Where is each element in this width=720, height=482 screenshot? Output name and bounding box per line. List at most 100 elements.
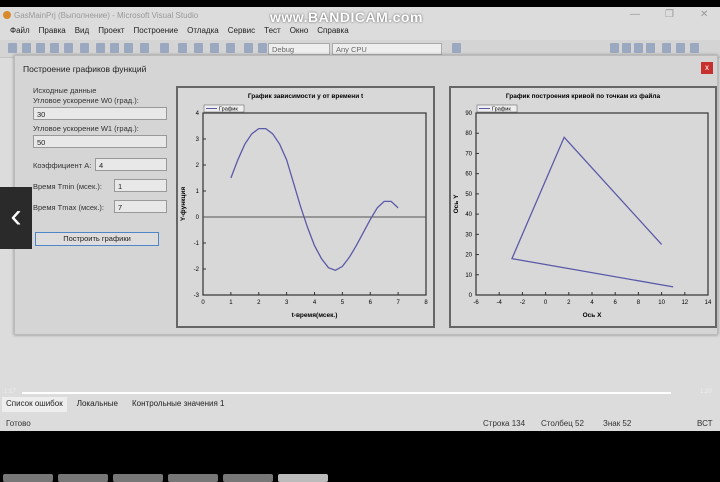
menu-item[interactable]: Справка [317,26,348,39]
x-tick-label: 3 [285,300,289,306]
toolbar-icon[interactable] [140,43,149,53]
tmin-input[interactable]: 1 [114,179,167,192]
x-tick-label: 2 [257,300,261,306]
video-prev-arrow[interactable]: ‹ [0,187,32,249]
toolbar-icon[interactable] [690,43,699,53]
y-tick-label: 2 [196,163,200,169]
x-tick-label: 0 [201,300,205,306]
toolbar-icon[interactable] [110,43,119,53]
progress-bar[interactable] [22,392,671,394]
total-time: 1:20 [700,389,712,395]
vs-logo-icon [3,11,11,19]
thumbnail[interactable] [113,474,163,482]
toolbar-icon[interactable] [64,43,73,53]
toolbar-icon[interactable] [646,43,655,53]
current-time: 1:17 [4,389,16,395]
toolbar-icon[interactable] [258,43,267,53]
x-axis-label: t-время(мсек.) [292,312,338,319]
build-charts-button[interactable]: Построить графики [35,232,159,246]
tab[interactable]: Локальные [73,397,122,412]
toolbar-icon[interactable] [610,43,619,53]
menu-item[interactable]: Тест [264,26,281,39]
tab[interactable]: Контрольные значения 1 [128,397,228,412]
y-tick-label: 80 [465,131,472,137]
status-mode: ВСТ [697,419,713,428]
series-line [230,127,399,272]
plot-dialog: Построение графиков функций x Исходные д… [14,55,718,335]
toolbar-icon[interactable] [452,43,461,53]
video-progress[interactable]: 1:17 1:20 [0,389,720,397]
thumbnail[interactable] [278,474,328,482]
w1-input[interactable]: 50 [33,135,167,148]
toolbar-icon[interactable] [676,43,685,53]
window-title: GasMainPrj (Выполнение) - Microsoft Visu… [14,11,199,20]
toolbar-icon[interactable] [50,43,59,53]
y-tick-label: 20 [465,253,472,259]
toolbar-icon[interactable] [160,43,169,53]
x-tick-label: 8 [637,300,641,306]
x-tick-label: 0 [544,300,548,306]
y-tick-label: 30 [465,232,472,238]
menu-item[interactable]: Отладка [187,26,219,39]
status-ready: Готово [6,419,31,428]
legend-label: График [219,107,238,113]
menu-item[interactable]: Окно [290,26,309,39]
toolbar-icon[interactable] [96,43,105,53]
w1-label: Угловое ускорение W1 (град.): [33,124,139,133]
x-tick-label: 14 [705,300,712,306]
x-tick-label: 8 [424,300,428,306]
y-tick-label: 50 [465,192,472,198]
x-tick-label: 12 [681,300,688,306]
toolbar-icon[interactable] [622,43,631,53]
config-combo[interactable]: Debug [268,43,330,55]
status-bar: Готово Строка 134 Столбец 52 Знак 52 ВСТ [0,416,720,431]
toolbar-icon[interactable] [36,43,45,53]
x-tick-label: -6 [473,300,479,306]
tmin-label: Время Tmin (мсек.): [33,182,102,191]
tmax-label: Время Tmax (мсек.): [33,203,105,212]
a-input[interactable]: 4 [95,158,167,171]
toolbar-icon[interactable] [22,43,31,53]
chart-1: График зависимости y от времени t 0 1 2 3 4 5 6… [176,86,435,328]
menu-item[interactable]: Правка [39,26,66,39]
plot-area [202,112,427,296]
menu-item[interactable]: Проект [98,26,124,39]
menu-item[interactable]: Файл [10,26,30,39]
minimize-icon[interactable]: — [630,9,640,20]
restore-icon[interactable]: ❐ [665,9,674,20]
y-tick-label: 0 [469,293,473,299]
x-tick-label: 2 [567,300,571,306]
menu-item[interactable]: Сервис [228,26,255,39]
toolbar-icon[interactable] [178,43,187,53]
thumbnail[interactable] [3,474,53,482]
x-tick-label: 1 [229,300,233,306]
status-char: Знак 52 [603,419,632,428]
toolbar-icon[interactable] [244,43,253,53]
toolbar-icon[interactable] [210,43,219,53]
toolbar-icon[interactable] [8,43,17,53]
close-icon[interactable]: ✕ [700,9,708,20]
tab[interactable]: Список ошибок [2,397,67,412]
toolbar-icon[interactable] [80,43,89,53]
x-tick-label: 4 [590,300,594,306]
legend-label: График [492,107,511,113]
dialog-close-button[interactable]: x [701,62,713,74]
thumbnail[interactable] [58,474,108,482]
menu-item[interactable]: Вид [75,26,89,39]
y-tick-label: 10 [465,273,472,279]
menu-item[interactable]: Построение [134,26,179,39]
menu-bar: Файл Правка Вид Проект Построение Отладка Серв… [0,24,720,39]
toolbar-icon[interactable] [124,43,133,53]
toolbar-icon[interactable] [226,43,235,53]
platform-combo[interactable]: Any CPU [332,43,442,55]
thumbnail[interactable] [223,474,273,482]
toolbar-icon[interactable] [634,43,643,53]
x-tick-label: -4 [497,300,503,306]
thumbnail[interactable] [168,474,218,482]
tmax-input[interactable]: 7 [114,200,167,213]
status-col: Столбец 52 [541,419,584,428]
x-tick-label: 10 [658,300,665,306]
toolbar-icon[interactable] [194,43,203,53]
toolbar-icon[interactable] [662,43,671,53]
w0-input[interactable]: 30 [33,107,167,120]
